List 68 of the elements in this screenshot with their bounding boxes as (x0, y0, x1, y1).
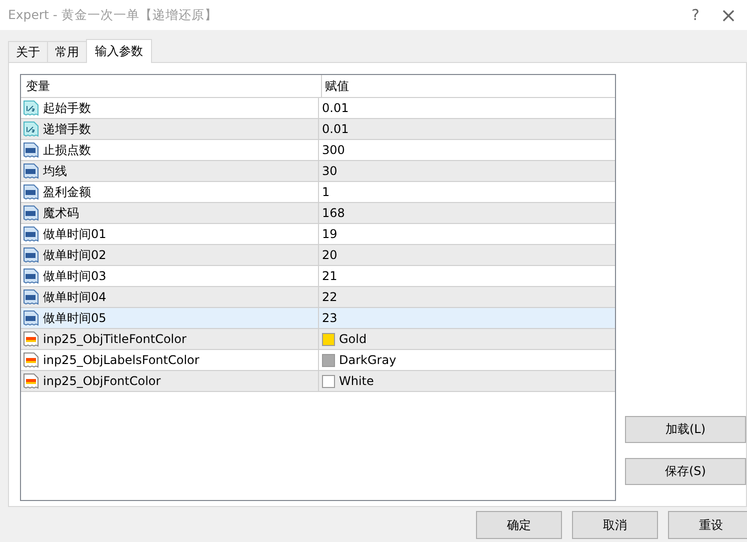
parameter-value: 19 (322, 227, 338, 241)
parameter-value: DarkGray (339, 353, 396, 367)
color-parameter-icon (23, 373, 39, 389)
integer-number-icon (23, 226, 39, 242)
tab[interactable]: 输入参数 (86, 39, 152, 63)
parameter-value: 1 (322, 185, 330, 199)
table-row[interactable]: 均线 30 (21, 161, 615, 182)
dialog-button[interactable]: 重设 (668, 511, 747, 539)
table-row[interactable]: 起始手数 0.01 (21, 98, 615, 119)
table-row[interactable]: 止损点数 300 (21, 140, 615, 161)
parameter-value: 20 (322, 248, 338, 262)
column-header[interactable]: 赋值 (322, 75, 349, 97)
table-row[interactable]: inp25_ObjTitleFontColor Gold (21, 329, 615, 350)
parameter-value: Gold (339, 332, 367, 346)
integer-number-icon (23, 247, 39, 263)
table-row[interactable]: 做单时间05 23 (21, 308, 615, 329)
integer-number-icon (23, 310, 39, 326)
parameter-name: 起始手数 (43, 100, 91, 116)
integer-number-icon (23, 205, 39, 221)
parameter-name: 止损点数 (43, 142, 91, 158)
integer-number-icon (23, 268, 39, 284)
parameter-name: 盈利金额 (43, 184, 91, 200)
parameter-name: 做单时间04 (43, 288, 106, 306)
table-row[interactable]: 递增手数 0.01 (21, 119, 615, 140)
table-row[interactable]: 做单时间02 20 (21, 245, 615, 266)
parameter-name: inp25_ObjTitleFontColor (43, 332, 186, 346)
parameter-value: 0.01 (322, 101, 349, 115)
table-row[interactable]: 盈利金额 1 (21, 182, 615, 203)
integer-number-icon (23, 142, 39, 158)
parameter-value: White (339, 374, 374, 388)
dialog-button[interactable]: 取消 (572, 511, 658, 539)
column-header[interactable]: 变量 (21, 75, 322, 97)
help-button[interactable]: ? (679, 0, 712, 30)
color-parameter-icon (23, 352, 39, 368)
parameter-value: 0.01 (322, 122, 349, 136)
tab[interactable]: 关于 (8, 41, 48, 62)
parameter-name: 魔术码 (43, 204, 79, 222)
dialog-button[interactable]: 确定 (476, 511, 562, 539)
table-row[interactable]: 做单时间04 22 (21, 287, 615, 308)
parameter-value: 168 (322, 206, 345, 220)
table-row[interactable]: 做单时间03 21 (21, 266, 615, 287)
parameter-name: 做单时间05 (43, 310, 106, 326)
parameter-name: 做单时间03 (43, 268, 106, 284)
integer-number-icon (23, 184, 39, 200)
parameter-value: 21 (322, 269, 338, 283)
parameter-name: 均线 (43, 162, 67, 180)
decimal-number-icon (23, 121, 39, 137)
decimal-number-icon (23, 100, 39, 116)
parameter-name: inp25_ObjLabelsFontColor (43, 353, 200, 367)
color-parameter-icon (23, 331, 39, 347)
parameter-name: 递增手数 (43, 120, 91, 138)
integer-number-icon (23, 163, 39, 179)
table-row[interactable]: inp25_ObjFontColor White (21, 371, 615, 392)
parameter-name: 做单时间02 (43, 246, 106, 264)
action-button[interactable]: 加载(L) (625, 416, 746, 443)
table-row[interactable]: 魔术码 168 (21, 203, 615, 224)
table-row[interactable]: 做单时间01 19 (21, 224, 615, 245)
close-button[interactable]: × (712, 0, 745, 30)
parameter-value: 22 (322, 290, 338, 304)
window-title: Expert - 黄金一次一单【递增还原】 (8, 6, 218, 24)
parameter-value: 300 (322, 143, 345, 157)
parameter-name: inp25_ObjFontColor (43, 374, 161, 388)
integer-number-icon (23, 289, 39, 305)
action-button[interactable]: 保存(S) (625, 458, 746, 485)
parameter-value: 23 (322, 311, 338, 325)
parameter-value: 30 (322, 164, 338, 178)
table-row[interactable]: inp25_ObjLabelsFontColor DarkGray (21, 350, 615, 371)
parameter-name: 做单时间01 (43, 226, 106, 242)
